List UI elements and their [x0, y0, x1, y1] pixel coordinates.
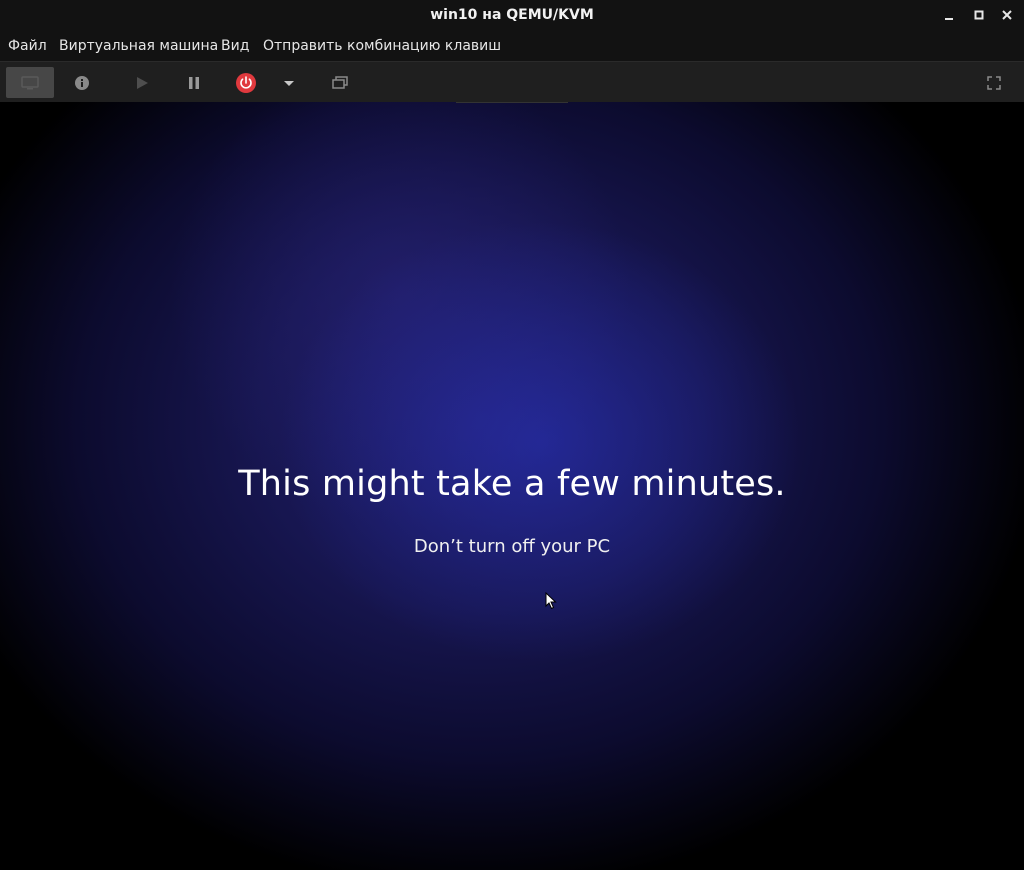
console-button[interactable] — [6, 67, 54, 98]
close-icon — [1002, 10, 1012, 20]
power-icon — [236, 72, 256, 93]
run-button[interactable] — [126, 67, 158, 98]
menu-bar: Файл Виртуальная машина Вид Отправить ко… — [0, 31, 1024, 61]
shutdown-button[interactable] — [230, 67, 262, 98]
menu-virtual-machine[interactable]: Виртуальная машина — [59, 38, 218, 54]
pause-button[interactable] — [178, 67, 210, 98]
mouse-pointer-icon — [545, 592, 557, 610]
toolbar — [0, 61, 1024, 102]
shutdown-menu-button[interactable] — [278, 67, 300, 98]
pause-icon — [189, 76, 199, 89]
title-bar[interactable]: win10 на QEMU/KVM — [0, 0, 1024, 31]
setup-subtext: Don’t turn off your PC — [413, 536, 611, 557]
setup-headline: This might take a few minutes. — [238, 464, 786, 504]
fullscreen-icon — [987, 75, 1001, 90]
window-title: win10 на QEMU/KVM — [430, 7, 594, 23]
fullscreen-button[interactable] — [978, 67, 1010, 98]
chevron-down-icon — [284, 80, 294, 86]
info-icon — [75, 75, 89, 90]
maximize-button[interactable] — [968, 5, 990, 25]
snapshots-button[interactable] — [324, 67, 356, 98]
snapshot-icon — [332, 75, 348, 89]
details-button[interactable] — [66, 67, 98, 98]
maximize-icon — [974, 10, 984, 20]
monitor-icon — [21, 75, 39, 89]
minimize-button[interactable] — [938, 5, 960, 25]
display-edge — [456, 102, 568, 103]
close-button[interactable] — [996, 5, 1018, 25]
guest-display[interactable]: This might take a few minutes. Don’t tur… — [0, 102, 1024, 870]
minimize-icon — [945, 18, 953, 20]
menu-file[interactable]: Файл — [8, 38, 47, 54]
play-icon — [137, 76, 148, 89]
vm-viewer-window: win10 на QEMU/KVM Файл Виртуальная машин… — [0, 0, 1024, 870]
menu-view[interactable]: Вид — [221, 38, 249, 54]
menu-send-key[interactable]: Отправить комбинацию клавиш — [263, 38, 501, 54]
